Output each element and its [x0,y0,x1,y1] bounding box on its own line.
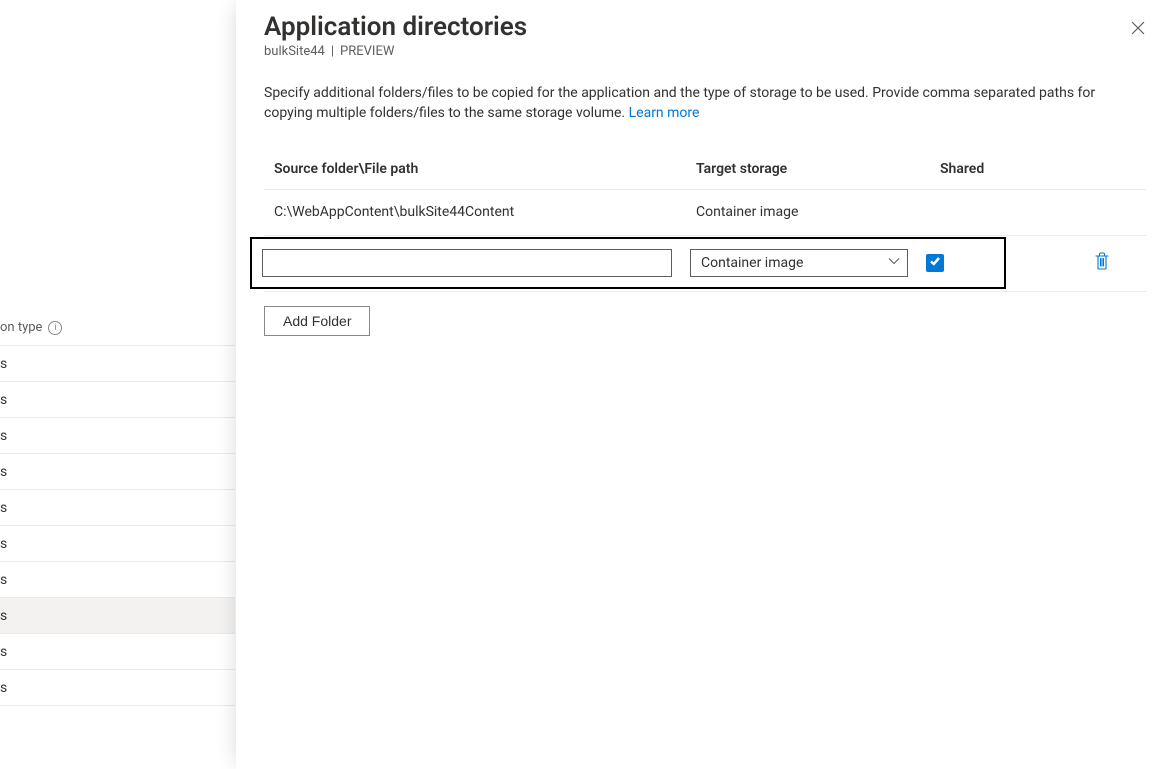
info-icon: i [48,321,62,335]
list-item[interactable]: s [0,418,235,454]
list-item[interactable]: s [0,346,235,382]
column-header-shared: Shared [940,161,1024,177]
table-header-row: Source folder\File path Target storage S… [264,150,1146,190]
directories-table: Source folder\File path Target storage S… [264,150,1146,292]
table-row: C:\WebAppContent\bulkSite44Content Conta… [264,190,1146,236]
close-button[interactable] [1122,14,1154,46]
application-directories-panel: Application directories bulkSite44 | PRE… [236,0,1174,769]
list-item[interactable]: s [0,562,235,598]
source-path-input[interactable] [262,249,672,277]
trash-icon [1094,252,1110,274]
list-item[interactable]: s [0,382,235,418]
edit-row-highlight: Container image [250,237,1006,289]
context-divider: | [331,44,334,59]
shared-checkbox[interactable] [926,254,944,272]
list-item[interactable]: s [0,598,235,634]
learn-more-link[interactable]: Learn more [629,105,700,121]
list-item[interactable]: s [0,526,235,562]
list-item[interactable]: s [0,634,235,670]
list-item[interactable]: s [0,670,235,706]
list-item[interactable]: s [0,490,235,526]
delete-row-button[interactable] [1088,249,1116,277]
context-name: bulkSite44 [264,44,325,59]
column-header-target: Target storage [696,161,940,177]
target-storage-selected-label: Container image [701,255,803,271]
background-column-header: on type i [0,310,235,346]
close-icon [1131,21,1145,39]
cell-target: Container image [696,204,940,220]
target-storage-select[interactable]: Container image [690,249,908,277]
panel-title: Application directories [264,12,1146,42]
preview-badge: PREVIEW [340,44,394,59]
cell-source: C:\WebAppContent\bulkSite44Content [264,204,696,220]
list-item[interactable]: s [0,454,235,490]
background-list: on type i ssssssssss [0,310,235,706]
background-header-label: on type [0,320,42,335]
table-row-editing: Container image [264,236,1146,292]
add-folder-button[interactable]: Add Folder [264,306,370,336]
panel-subtitle: bulkSite44 | PREVIEW [264,44,1146,59]
column-header-source: Source folder\File path [264,161,696,177]
checkmark-icon [929,255,941,271]
panel-description: Specify additional folders/files to be c… [264,83,1124,124]
